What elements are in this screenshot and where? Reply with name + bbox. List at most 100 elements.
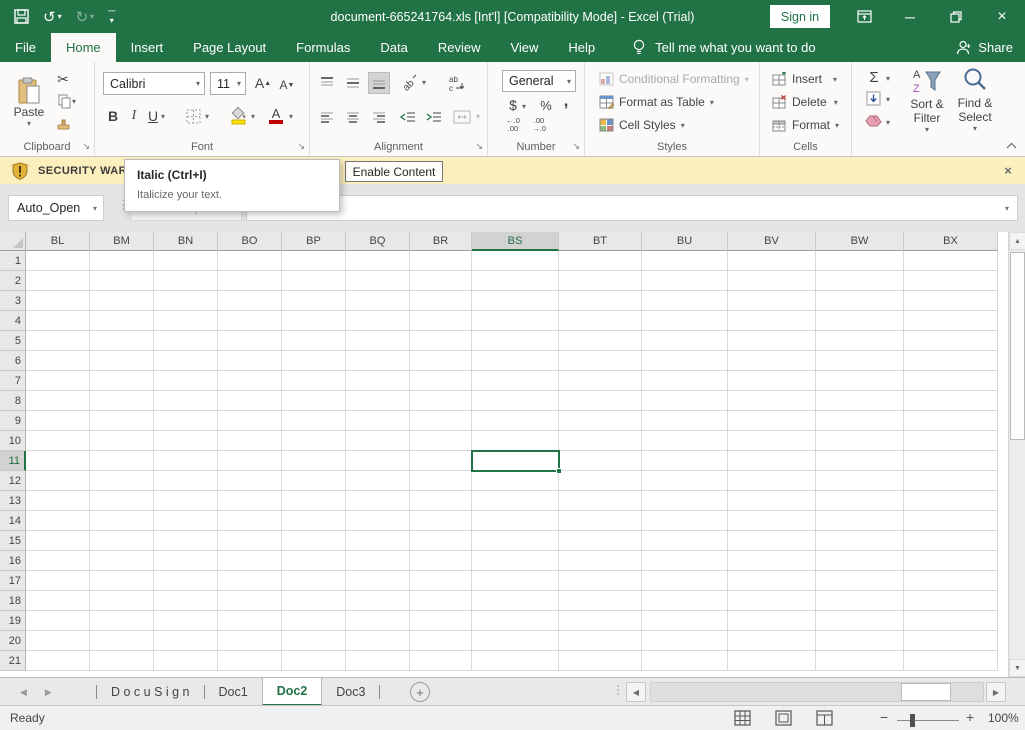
cell-BV1[interactable]: [728, 251, 816, 271]
cell-BS20[interactable]: [472, 631, 559, 651]
cell-BO4[interactable]: [218, 311, 282, 331]
cell-BU4[interactable]: [642, 311, 728, 331]
cell-BV11[interactable]: [728, 451, 816, 471]
cell-BO6[interactable]: [218, 351, 282, 371]
cell-BT13[interactable]: [559, 491, 642, 511]
sheet-nav-left-icon[interactable]: ◀: [20, 687, 27, 698]
cell-BS6[interactable]: [472, 351, 559, 371]
sheet-tab-doc3[interactable]: Doc3: [322, 678, 379, 706]
orientation-button[interactable]: ab: [396, 72, 420, 94]
cell-BR4[interactable]: [410, 311, 472, 331]
enable-content-button[interactable]: Enable Content: [345, 161, 443, 182]
row-header-18[interactable]: 18: [0, 591, 26, 611]
paste-button[interactable]: Paste ▾: [8, 66, 50, 138]
cell-BM4[interactable]: [90, 311, 154, 331]
cell-BP4[interactable]: [282, 311, 346, 331]
cell-BV7[interactable]: [728, 371, 816, 391]
cell-BL19[interactable]: [26, 611, 90, 631]
cell-BL18[interactable]: [26, 591, 90, 611]
cell-BM21[interactable]: [90, 651, 154, 671]
cell-BN3[interactable]: [154, 291, 218, 311]
cell-BL1[interactable]: [26, 251, 90, 271]
cell-BT21[interactable]: [559, 651, 642, 671]
italic-button[interactable]: I: [127, 106, 141, 126]
cell-BQ18[interactable]: [346, 591, 410, 611]
cell-BX8[interactable]: [904, 391, 998, 411]
cell-BU20[interactable]: [642, 631, 728, 651]
cell-BO3[interactable]: [218, 291, 282, 311]
cell-BL17[interactable]: [26, 571, 90, 591]
merge-center-dropdown-icon[interactable]: ▾: [476, 112, 480, 121]
cell-BN11[interactable]: [154, 451, 218, 471]
cell-BU8[interactable]: [642, 391, 728, 411]
cell-BP15[interactable]: [282, 531, 346, 551]
cell-BS2[interactable]: [472, 271, 559, 291]
cell-BL2[interactable]: [26, 271, 90, 291]
cell-BR10[interactable]: [410, 431, 472, 451]
cell-BU21[interactable]: [642, 651, 728, 671]
cell-BU17[interactable]: [642, 571, 728, 591]
cell-BR9[interactable]: [410, 411, 472, 431]
fill-dropdown-icon[interactable]: ▾: [886, 95, 890, 104]
zoom-in-icon[interactable]: +: [966, 709, 974, 725]
cell-BX11[interactable]: [904, 451, 998, 471]
row-header-15[interactable]: 15: [0, 531, 26, 551]
cell-BM18[interactable]: [90, 591, 154, 611]
cell-BU6[interactable]: [642, 351, 728, 371]
cell-BQ16[interactable]: [346, 551, 410, 571]
cell-BM16[interactable]: [90, 551, 154, 571]
cell-BQ17[interactable]: [346, 571, 410, 591]
cell-BM3[interactable]: [90, 291, 154, 311]
column-header-BW[interactable]: BW: [816, 232, 904, 251]
cell-BR16[interactable]: [410, 551, 472, 571]
cell-BS16[interactable]: [472, 551, 559, 571]
cell-BU14[interactable]: [642, 511, 728, 531]
cell-BQ15[interactable]: [346, 531, 410, 551]
row-header-12[interactable]: 12: [0, 471, 26, 491]
cell-BR11[interactable]: [410, 451, 472, 471]
page-break-view-icon[interactable]: [816, 710, 833, 726]
ribbon-tab-page-layout[interactable]: Page Layout: [178, 33, 281, 62]
borders-button[interactable]: [185, 108, 202, 125]
save-icon[interactable]: [14, 9, 29, 24]
row-header-5[interactable]: 5: [0, 331, 26, 351]
row-header-10[interactable]: 10: [0, 431, 26, 451]
cell-BR8[interactable]: [410, 391, 472, 411]
cell-BQ9[interactable]: [346, 411, 410, 431]
zoom-out-icon[interactable]: −: [880, 709, 888, 725]
cell-BQ21[interactable]: [346, 651, 410, 671]
cell-BU15[interactable]: [642, 531, 728, 551]
cell-BO19[interactable]: [218, 611, 282, 631]
row-header-4[interactable]: 4: [0, 311, 26, 331]
row-header-14[interactable]: 14: [0, 511, 26, 531]
cell-BW12[interactable]: [816, 471, 904, 491]
cell-BT14[interactable]: [559, 511, 642, 531]
tell-me-box[interactable]: Tell me what you want to do: [622, 33, 825, 62]
cell-BT15[interactable]: [559, 531, 642, 551]
redo-dropdown-icon[interactable]: ▾: [90, 13, 94, 21]
cell-BU7[interactable]: [642, 371, 728, 391]
cell-BM6[interactable]: [90, 351, 154, 371]
cell-BO10[interactable]: [218, 431, 282, 451]
font-name-combo[interactable]: Calibri▾: [103, 72, 205, 95]
cell-BO2[interactable]: [218, 271, 282, 291]
delete-cells-button[interactable]: Delete ▾: [772, 93, 838, 111]
cell-BO17[interactable]: [218, 571, 282, 591]
cell-BM14[interactable]: [90, 511, 154, 531]
zoom-slider-thumb[interactable]: [910, 714, 915, 727]
cell-BR20[interactable]: [410, 631, 472, 651]
cell-BW18[interactable]: [816, 591, 904, 611]
cell-BL15[interactable]: [26, 531, 90, 551]
cell-BQ5[interactable]: [346, 331, 410, 351]
cell-BN19[interactable]: [154, 611, 218, 631]
minimize-button[interactable]: ─: [887, 0, 933, 33]
cell-BV21[interactable]: [728, 651, 816, 671]
cell-BS3[interactable]: [472, 291, 559, 311]
cell-BN8[interactable]: [154, 391, 218, 411]
cell-BL14[interactable]: [26, 511, 90, 531]
cell-BS17[interactable]: [472, 571, 559, 591]
cell-BQ11[interactable]: [346, 451, 410, 471]
cell-BN17[interactable]: [154, 571, 218, 591]
cell-BR17[interactable]: [410, 571, 472, 591]
name-box-dropdown-icon[interactable]: ▾: [93, 204, 103, 213]
